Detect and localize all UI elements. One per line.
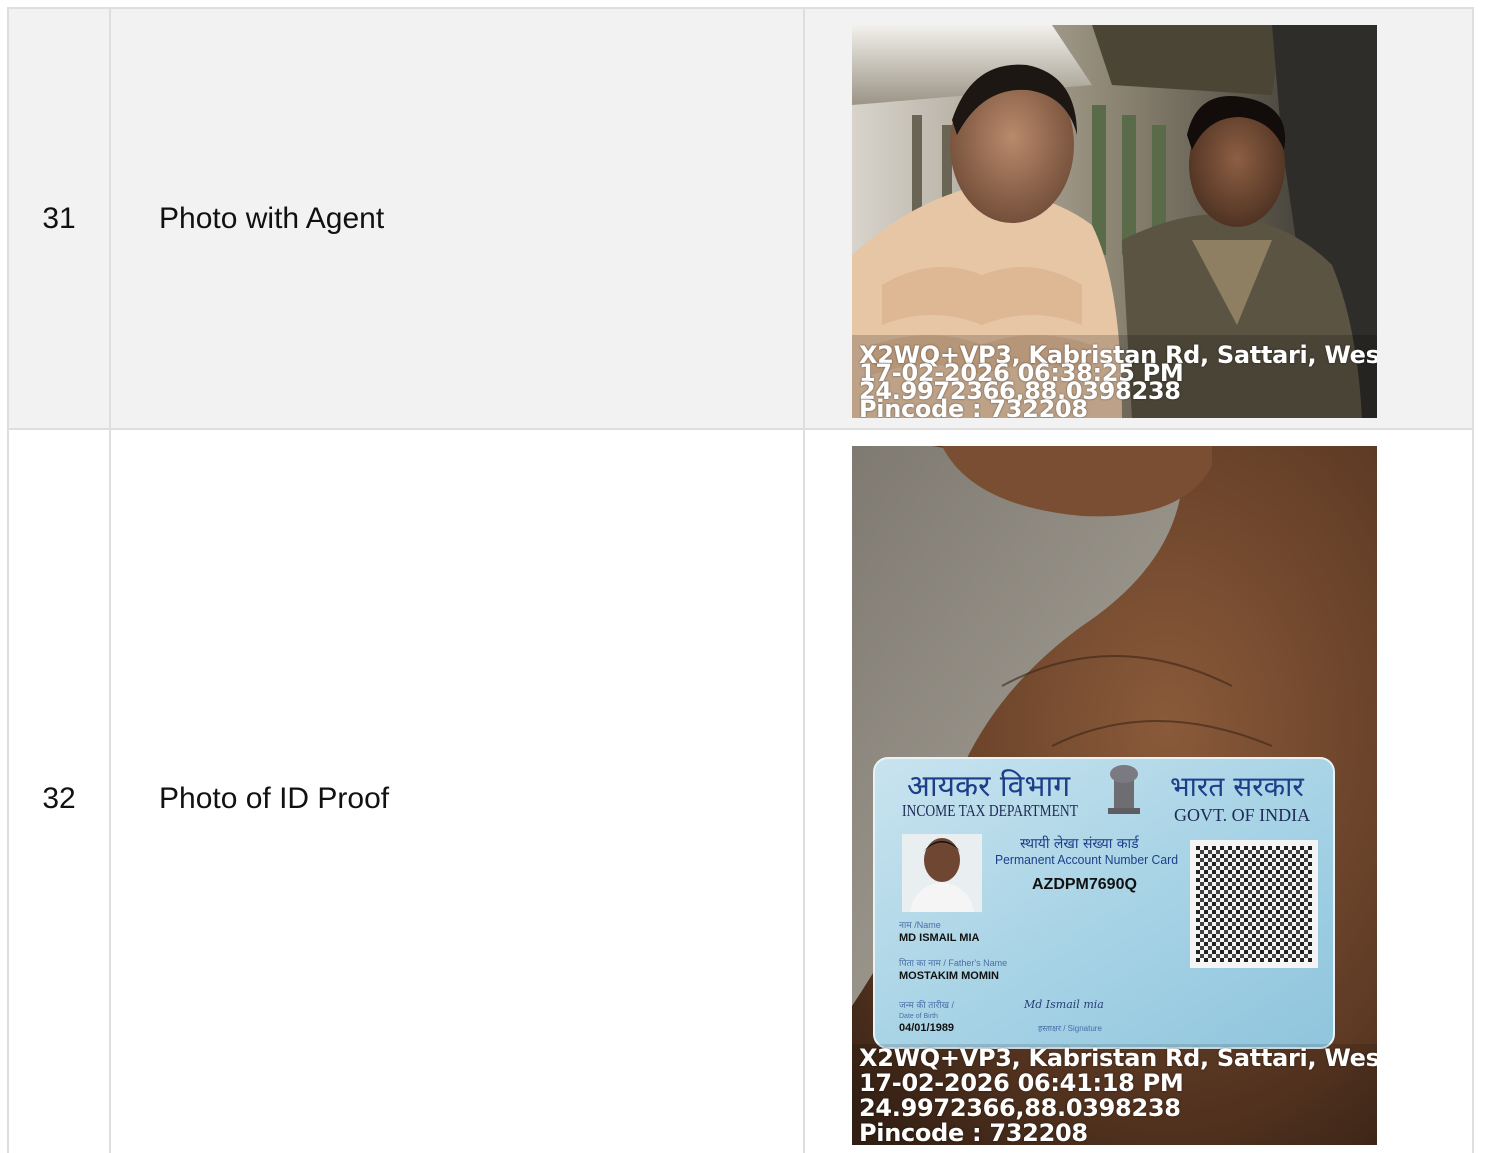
card-type-english: Permanent Account Number Card [995, 852, 1178, 867]
name-label: नाम /Name [899, 920, 941, 930]
dob-label-english: Date of Birth [899, 1013, 938, 1020]
photo-stamp: X2WQ+VP3, Kabristan Rd, Sattari, West Be… [859, 1045, 1377, 1145]
row-number: 32 [7, 428, 111, 1153]
dob-label-hindi: जन्म की तारीख / [899, 999, 955, 1010]
signature-label: हस्ताक्षर / Signature [1038, 1024, 1102, 1033]
card-dept-hindi: आयकर विभाग [907, 769, 1071, 804]
row-label: Photo with Agent [109, 7, 805, 430]
id-proof-photo-image: आयकर विभाग INCOME TAX DEPARTMENT भारत सर… [852, 446, 1377, 1145]
stamp-address: X2WQ+VP3, Kabristan Rd, Sattari, West Be… [859, 1044, 1377, 1072]
row-label: Photo of ID Proof [109, 428, 805, 1153]
qr-code-icon [1196, 846, 1312, 962]
photo-cell: आयकर विभाग INCOME TAX DEPARTMENT भारत सर… [803, 428, 1474, 1153]
agent-photo: X2WQ+VP3, Kabristan Rd, Sattari, West Be… [852, 25, 1377, 418]
card-govt-hindi: भारत सरकार [1170, 770, 1304, 803]
signature: Md Ismail mia [1023, 998, 1104, 1011]
id-proof-photo: आयकर विभाग INCOME TAX DEPARTMENT भारत सर… [852, 446, 1377, 1145]
table-row: 31 Photo with Agent X2WQ+VP3, Kabristan … [7, 7, 1474, 430]
holder-name: MD ISMAIL MIA [899, 932, 980, 944]
stamp-pincode: Pincode : 732208 [859, 1119, 1088, 1145]
pan-number: AZDPM7690Q [1032, 876, 1137, 893]
stamp-datetime: 17-02-2026 06:41:18 PM [859, 1069, 1184, 1097]
father-name: MOSTAKIM MOMIN [899, 970, 999, 982]
photo-cell: X2WQ+VP3, Kabristan Rd, Sattari, West Be… [803, 7, 1474, 430]
stamp-coordinates: 24.9972366,88.0398238 [859, 1094, 1181, 1122]
photo-stamp: X2WQ+VP3, Kabristan Rd, Sattari, West Be… [859, 343, 1377, 418]
photo-table: 31 Photo with Agent X2WQ+VP3, Kabristan … [7, 7, 1474, 1153]
card-dept-english: INCOME TAX DEPARTMENT [902, 801, 1078, 820]
table-row: 32 Photo of ID Proof आयकर विभाग INCOME T… [7, 428, 1474, 1153]
document-page: 31 Photo with Agent X2WQ+VP3, Kabristan … [0, 0, 1485, 1153]
card-type-hindi: स्थायी लेखा संख्या कार्ड [1020, 835, 1140, 852]
date-of-birth: 04/01/1989 [899, 1022, 954, 1034]
row-number: 31 [7, 7, 111, 430]
father-name-label: पिता का नाम / Father's Name [899, 957, 1007, 968]
card-govt-english: GOVT. OF INDIA [1174, 805, 1310, 825]
